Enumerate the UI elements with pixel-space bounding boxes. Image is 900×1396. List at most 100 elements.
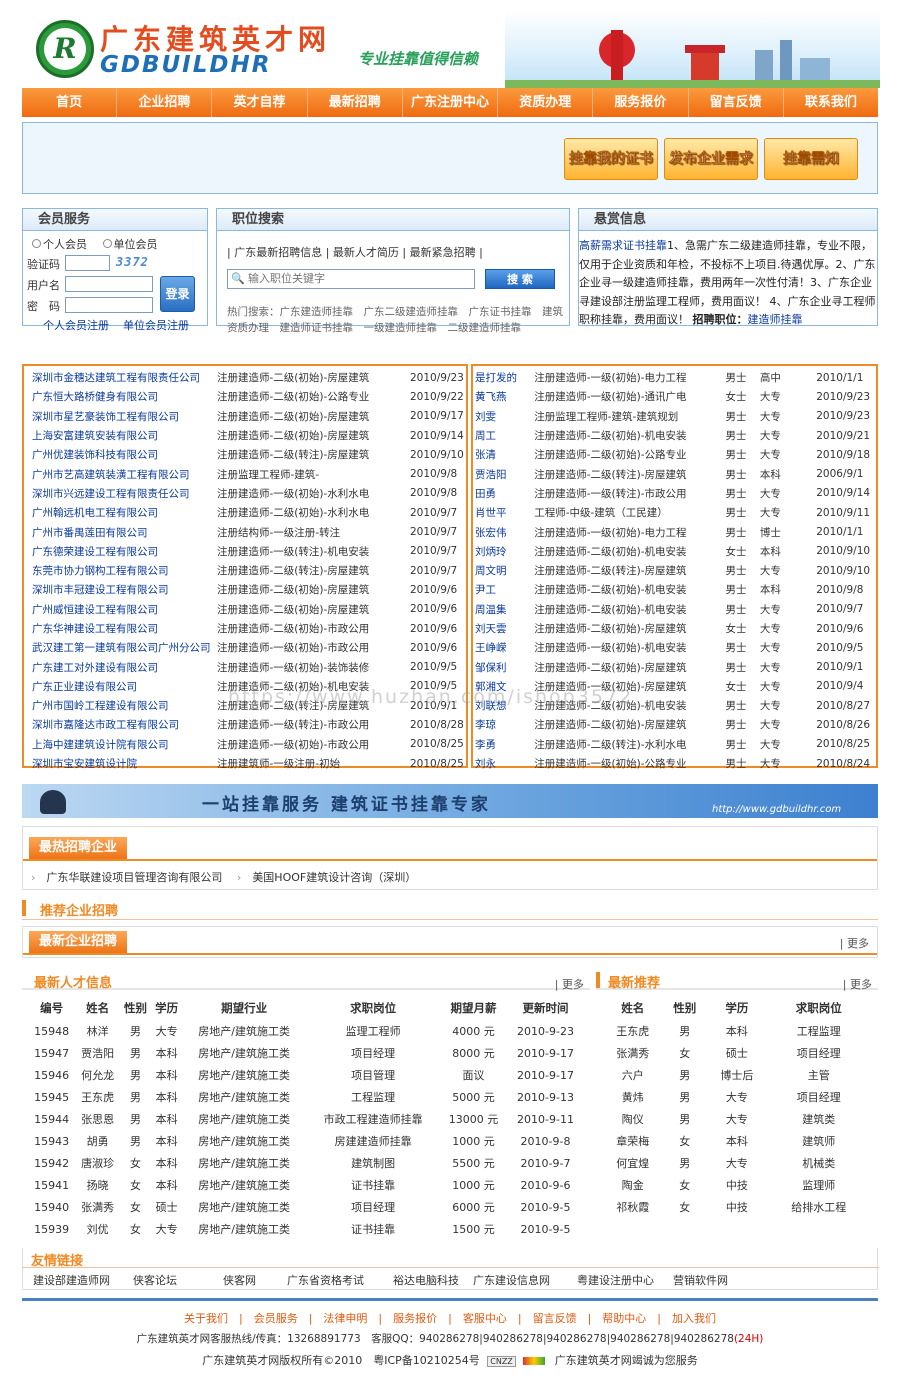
job-company[interactable]: 深圳市兴远建设工程有限责任公司 [32,484,217,503]
table-row[interactable]: 陶仪 男 大专 建筑类 [602,1108,870,1130]
table-row[interactable]: 祁秋霞 女 中技 给排水工程 [602,1196,870,1218]
table-row[interactable]: 15940 张满秀 女 硕士 房地产/建筑施工类 项目经理 6000 元 2010-9-5 [28,1196,584,1218]
friend-link[interactable]: 裕达电脑科技 [393,1272,473,1288]
friend-link[interactable]: 侠客网 [223,1272,287,1288]
post-company-demand-button[interactable]: 发布企业需求 [664,138,758,180]
talent-name[interactable]: 李琼 [475,715,534,734]
nav-latest-jobs[interactable]: 最新招聘 [308,88,403,117]
job-company[interactable]: 广州市艺高建筑装潢工程有限公司 [32,464,217,483]
footer-link[interactable]: 客服中心 [463,1312,507,1325]
table-row[interactable]: 15944 张思恩 男 本科 房地产/建筑施工类 市政工程建造师挂靠 13000 元 2010… [28,1108,584,1130]
talent-name[interactable]: 王峥嵘 [475,638,534,657]
nav-contact[interactable]: 联系我们 [784,88,878,117]
job-company[interactable]: 深圳市宝安建筑设计院 [32,754,217,773]
footer-link[interactable]: 会员服务 [254,1312,298,1325]
job-company[interactable]: 广东正业建设有限公司 [32,677,217,696]
talent-name[interactable]: 刘雯 [475,407,534,426]
attach-certificate-button[interactable]: 挂靠我的证书 [564,138,658,180]
search-button[interactable]: 搜 索 [485,269,555,289]
nav-feedback[interactable]: 留言反馈 [689,88,784,117]
job-company[interactable]: 广东德荣建设工程有限公司 [32,542,217,561]
latest-talent-more[interactable]: | 更多 [555,976,584,992]
table-row[interactable]: 15947 贾浩阳 男 本科 房地产/建筑施工类 项目经理 8000 元 2010-9-17 [28,1042,584,1064]
footer-link[interactable]: 关于我们 [184,1312,228,1325]
table-row[interactable]: 陶金 女 中技 监理师 [602,1174,870,1196]
hot-company-link[interactable]: 美国HOOF建筑设计咨询（深圳） [252,871,416,884]
job-company[interactable]: 广州优建装饰科技有限公司 [32,445,217,464]
hot-search-terms[interactable]: 热门搜索：广东建造师挂靠 广东二级建造师挂靠 广东证书挂靠 建筑资质办理 建造师… [227,304,565,338]
job-company[interactable]: 深圳市丰冠建设工程有限公司 [32,580,217,599]
latest-recommend-more[interactable]: | 更多 [843,976,872,992]
nav-qualification[interactable]: 资质办理 [498,88,594,117]
company-radio[interactable] [102,239,112,248]
job-company[interactable]: 广州市国岭工程建设有限公司 [32,696,217,715]
talent-name[interactable]: 肖世平 [475,503,534,522]
cnzz-badge[interactable]: CNZZ [487,1356,516,1367]
job-company[interactable]: 广东建工对外建设有限公司 [32,657,217,676]
captcha-input[interactable] [65,255,110,271]
talent-name[interactable]: 周温集 [475,600,534,619]
talent-name[interactable]: 黄飞燕 [475,387,534,406]
footer-link[interactable]: 服务报价 [393,1312,437,1325]
nav-pricing[interactable]: 服务报价 [593,88,689,117]
friend-link[interactable]: 广东省资格考试 [287,1272,393,1288]
nav-talent[interactable]: 英才自荐 [212,88,308,117]
footer-link[interactable]: 加入我们 [672,1312,716,1325]
talent-name[interactable]: 田勇 [475,484,534,503]
table-row[interactable]: 15945 王东虎 男 本科 房地产/建筑施工类 工程监理 5000 元 2010-9-13 [28,1086,584,1108]
talent-name[interactable]: 是打发的 [475,368,534,387]
talent-name[interactable]: 刘永 [475,754,534,773]
bounty-link[interactable]: 高薪需求证书挂靠 [579,239,667,252]
job-company[interactable]: 上海中建建筑设计院有限公司 [32,735,217,754]
job-company[interactable]: 深圳市星艺豪装饰工程有限公司 [32,407,217,426]
friend-link[interactable]: 建设部建造师网 [33,1272,133,1288]
friend-link[interactable]: 粤建设注册中心 [577,1272,673,1288]
job-company[interactable]: 深圳市嘉隆达市政工程有限公司 [32,715,217,734]
table-row[interactable]: 黄炜 男 大专 项目经理 [602,1086,870,1108]
job-company[interactable]: 广东恒大路桥健身有限公司 [32,387,217,406]
job-company[interactable]: 东莞市协力钢构工程有限公司 [32,561,217,580]
job-company[interactable]: 广东华神建设工程有限公司 [32,619,217,638]
company-register-link[interactable]: 单位会员注册 [123,317,189,333]
hot-company-link[interactable]: 广东华联建设项目管理咨询有限公司 [46,871,222,884]
table-row[interactable]: 15942 唐淑珍 女 本科 房地产/建筑施工类 建筑制图 5500 元 2010-9-7 [28,1152,584,1174]
attach-notice-button[interactable]: 挂靠需知 [764,138,858,180]
friend-link[interactable]: 广东建设信息网 [473,1272,577,1288]
nav-company-jobs[interactable]: 企业招聘 [117,88,213,117]
search-quick-links[interactable]: | 广东最新招聘信息 | 最新人才简历 | 最新紧急招聘 | [227,244,483,260]
footer-link[interactable]: 法律申明 [323,1312,367,1325]
personal-radio[interactable] [32,239,41,248]
talent-name[interactable]: 周工 [475,426,534,445]
talent-name[interactable]: 刘炳玲 [475,542,534,561]
bounty-link-2[interactable]: 建造师挂靠 [748,313,803,326]
nav-home[interactable]: 首页 [22,88,118,117]
talent-name[interactable]: 邹保利 [475,657,534,676]
password-input[interactable] [65,297,153,313]
talent-name[interactable]: 周文明 [475,561,534,580]
username-input[interactable] [65,276,153,292]
table-row[interactable]: 王东虎 男 本科 工程监理 [602,1020,870,1042]
footer-link[interactable]: 帮助中心 [602,1312,646,1325]
table-row[interactable]: 15948 林洋 男 大专 房地产/建筑施工类 监理工程师 4000 元 2010-9-23 [28,1020,584,1042]
talent-name[interactable]: 张清 [475,445,534,464]
talent-name[interactable]: 贾浩阳 [475,464,534,483]
login-button[interactable]: 登录 [160,276,195,312]
job-company[interactable]: 武汉建工第一建筑有限公司广州分公司 [32,638,217,657]
friend-link[interactable]: 营销软件网 [673,1272,753,1288]
search-input[interactable] [248,271,472,287]
job-company[interactable]: 广州威恒建设工程有限公司 [32,600,217,619]
table-row[interactable]: 六户 男 博士后 主管 [602,1064,870,1086]
talent-name[interactable]: 刘天雲 [475,619,534,638]
talent-name[interactable]: 张宏伟 [475,522,534,541]
table-row[interactable]: 15939 刘优 女 大专 房地产/建筑施工类 证书挂靠 1500 元 2010-9-5 [28,1218,584,1240]
friend-link[interactable]: 侠客论坛 [133,1272,223,1288]
table-row[interactable]: 章荣梅 女 本科 建筑师 [602,1130,870,1152]
latest-company-more[interactable]: | 更多 [840,935,869,951]
job-company[interactable]: 广州市番禺莲田有限公司 [32,522,217,541]
job-company[interactable]: 深圳市金穗达建筑工程有限责任公司 [32,368,217,387]
table-row[interactable]: 何宜煌 男 大专 机械类 [602,1152,870,1174]
table-row[interactable]: 15946 何允龙 男 本科 房地产/建筑施工类 项目管理 面议 2010-9-17 [28,1064,584,1086]
job-company[interactable]: 上海安富建筑安装有限公司 [32,426,217,445]
footer-link[interactable]: 留言反馈 [533,1312,577,1325]
table-row[interactable]: 15941 扬晓 女 本科 房地产/建筑施工类 证书挂靠 1000 元 2010-9-6 [28,1174,584,1196]
